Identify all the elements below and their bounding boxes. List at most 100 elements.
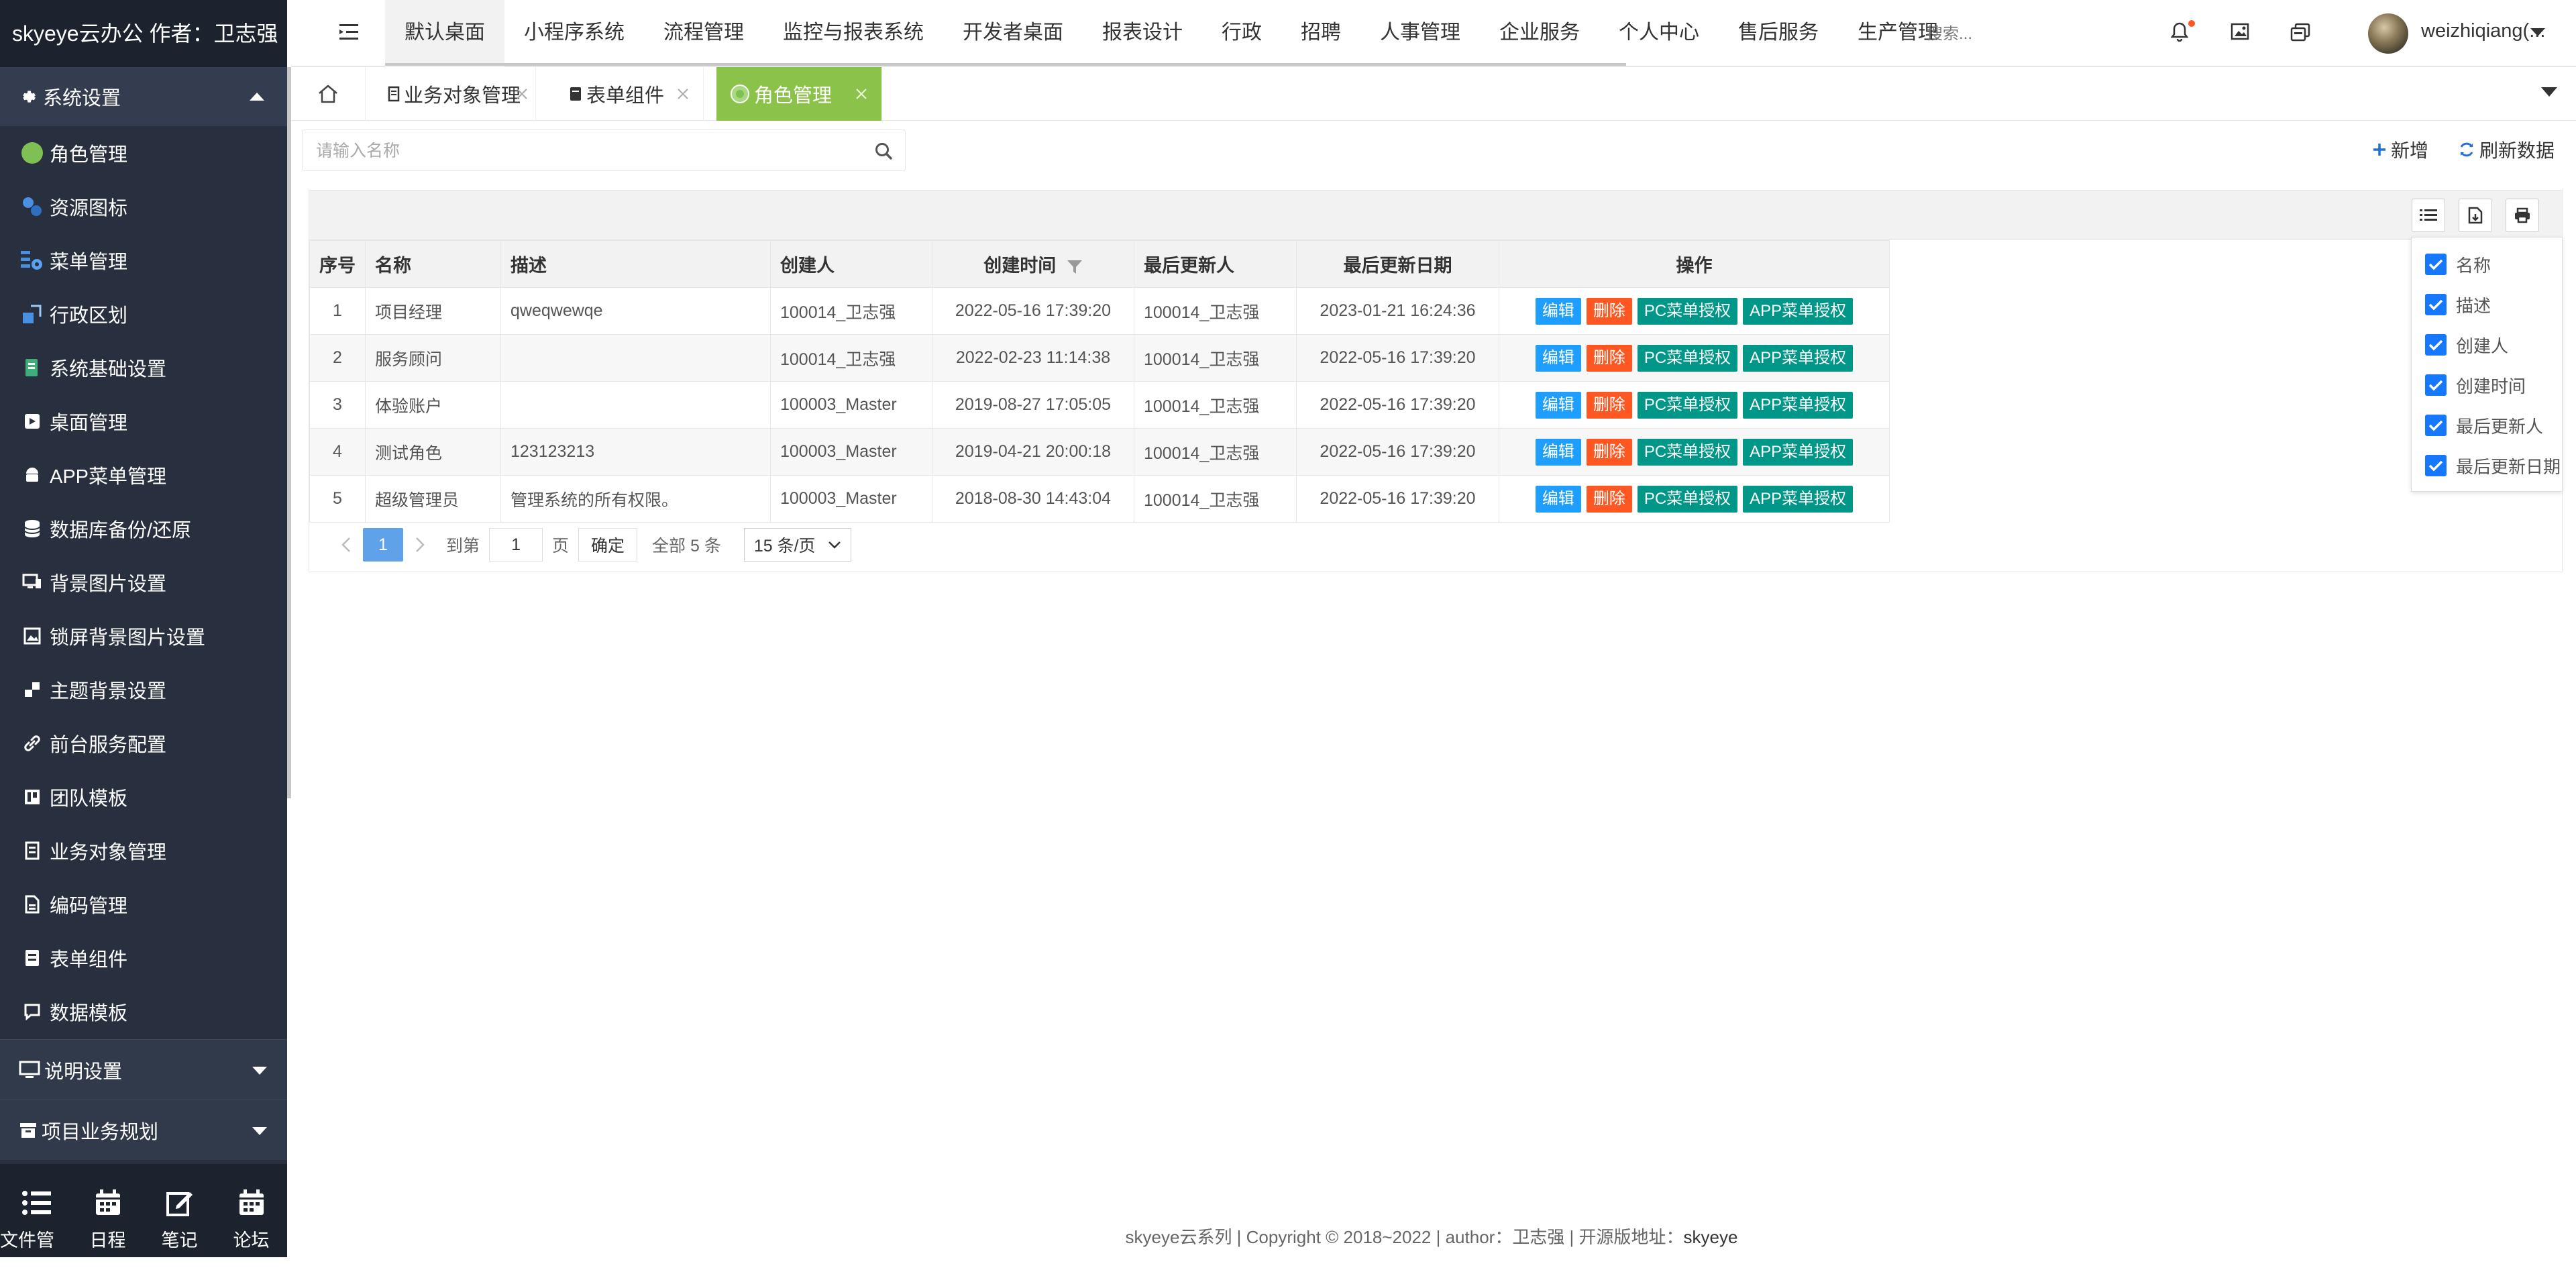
app-menu-auth-button[interactable]: APP菜单授权 <box>1743 344 1854 372</box>
sidebar-item-app-menu-management[interactable]: APP菜单管理 <box>0 448 287 502</box>
column-filter-button[interactable] <box>2412 199 2445 232</box>
nav-item-recruitment[interactable]: 招聘 <box>1281 0 1360 67</box>
delete-button[interactable]: 删除 <box>1586 344 1632 372</box>
column-header-created-time[interactable]: 创建时间 <box>932 240 1134 288</box>
close-icon[interactable] <box>676 87 690 101</box>
delete-button[interactable]: 删除 <box>1586 391 1632 419</box>
sidebar-item-system-basic-settings[interactable]: 系统基础设置 <box>0 341 287 394</box>
nav-item-administration[interactable]: 行政 <box>1202 0 1281 67</box>
sidebar-item-desktop-management[interactable]: 桌面管理 <box>0 394 287 448</box>
pc-menu-auth-button[interactable]: PC菜单授权 <box>1637 438 1738 466</box>
nav-item-after-sales[interactable]: 售后服务 <box>1719 0 1838 67</box>
prev-page-icon[interactable] <box>329 528 363 562</box>
column-option-created-time[interactable]: 创建时间 <box>2425 372 2526 398</box>
column-header-name[interactable]: 名称 <box>365 240 501 288</box>
table-row: 3 体验账户 100003_Master 2019-08-27 17:05:05… <box>309 381 1890 429</box>
avatar[interactable] <box>2368 13 2408 54</box>
goto-page-input[interactable]: 1 <box>489 528 543 562</box>
column-header-updater[interactable]: 最后更新人 <box>1134 240 1297 288</box>
sidebar-item-lockscreen-background[interactable]: 锁屏背景图片设置 <box>0 609 287 663</box>
nav-item-hr[interactable]: 人事管理 <box>1360 0 1480 67</box>
sidebar-item-role-management[interactable]: 角色管理 <box>0 126 287 180</box>
refresh-button[interactable]: 刷新数据 <box>2458 136 2555 163</box>
app-menu-auth-button[interactable]: APP菜单授权 <box>1743 438 1854 466</box>
goto-confirm-button[interactable]: 确定 <box>578 528 638 562</box>
sidebar-item-code-management[interactable]: 编码管理 <box>0 877 287 931</box>
menu-toggle-icon[interactable] <box>339 23 360 42</box>
tool-file-management[interactable]: 文件管理 <box>0 1164 72 1277</box>
page-current[interactable]: 1 <box>363 528 403 562</box>
print-button[interactable] <box>2506 199 2539 232</box>
column-option-creator[interactable]: 创建人 <box>2425 331 2508 358</box>
nav-item-default-desktop[interactable]: 默认桌面 <box>385 0 504 69</box>
sidebar-item-front-service-config[interactable]: 前台服务配置 <box>0 716 287 770</box>
sidebar-item-admin-division[interactable]: 行政区划 <box>0 287 287 341</box>
column-option-updater[interactable]: 最后更新人 <box>2425 412 2543 439</box>
add-button[interactable]: 新增 <box>2372 136 2428 163</box>
next-page-icon[interactable] <box>403 528 437 562</box>
sidebar-item-resource-icons[interactable]: 资源图标 <box>0 180 287 233</box>
close-icon[interactable] <box>515 87 529 101</box>
sidebar-item-background-image[interactable]: 背景图片设置 <box>0 555 287 609</box>
pc-menu-auth-button[interactable]: PC菜单授权 <box>1637 391 1738 419</box>
edit-button[interactable]: 编辑 <box>1535 391 1581 419</box>
pc-menu-auth-button[interactable]: PC菜单授权 <box>1637 485 1738 513</box>
sidebar-item-theme-background[interactable]: 主题背景设置 <box>0 663 287 716</box>
username[interactable]: weizhiqiang(... <box>2421 20 2545 42</box>
column-header-desc[interactable]: 描述 <box>500 240 771 288</box>
caret-down-icon[interactable] <box>2530 28 2545 36</box>
pc-menu-auth-button[interactable]: PC菜单授权 <box>1637 297 1738 325</box>
column-option-desc[interactable]: 描述 <box>2425 291 2491 318</box>
app-menu-auth-button[interactable]: APP菜单授权 <box>1743 391 1854 419</box>
page-size-select[interactable]: 15 条/页 <box>743 528 851 562</box>
column-header-creator[interactable]: 创建人 <box>770 240 932 288</box>
sidebar-item-data-template[interactable]: 数据模板 <box>0 985 287 1039</box>
picture-icon[interactable] <box>2231 23 2251 42</box>
export-button[interactable] <box>2459 199 2492 232</box>
nav-item-developer-desktop[interactable]: 开发者桌面 <box>943 0 1083 67</box>
tab-business-object[interactable]: 业务对象管理 <box>374 67 536 121</box>
app-menu-auth-button[interactable]: APP菜单授权 <box>1743 297 1854 325</box>
nav-item-monitor-report[interactable]: 监控与报表系统 <box>763 0 943 67</box>
edit-button[interactable]: 编辑 <box>1535 438 1581 466</box>
sidebar-item-form-components[interactable]: 表单组件 <box>0 931 287 985</box>
delete-button[interactable]: 删除 <box>1586 438 1632 466</box>
filter-icon[interactable] <box>1067 259 1083 275</box>
app-menu-auth-button[interactable]: APP菜单授权 <box>1743 485 1854 513</box>
tab-form-components[interactable]: 表单组件 <box>555 67 704 121</box>
column-header-updated-date[interactable]: 最后更新日期 <box>1296 240 1499 288</box>
nav-item-enterprise-service[interactable]: 企业服务 <box>1480 0 1599 67</box>
sidebar-item-db-backup[interactable]: 数据库备份/还原 <box>0 502 287 555</box>
search-icon[interactable] <box>874 142 893 160</box>
top-nav-scrollbar[interactable] <box>385 63 1626 66</box>
sidebar-item-menu-management[interactable]: 菜单管理 <box>0 233 287 287</box>
name-search-input[interactable] <box>315 138 841 164</box>
column-option-updated-date[interactable]: 最后更新日期 <box>2425 452 2561 479</box>
delete-button[interactable]: 删除 <box>1586 297 1632 325</box>
close-icon[interactable] <box>855 87 868 101</box>
nav-item-report-design[interactable]: 报表设计 <box>1083 0 1202 67</box>
tab-menu-dropdown-icon[interactable] <box>2541 87 2557 97</box>
pc-menu-auth-button[interactable]: PC菜单授权 <box>1637 344 1738 372</box>
tab-role-management[interactable]: 角色管理 <box>716 67 882 121</box>
sidebar-item-team-template[interactable]: 团队模板 <box>0 770 287 824</box>
home-tab[interactable] <box>291 67 366 121</box>
sidebar-scrollbar[interactable] <box>287 67 291 798</box>
column-option-name[interactable]: 名称 <box>2425 251 2491 278</box>
window-switch-icon[interactable] <box>2290 23 2310 42</box>
bell-icon[interactable] <box>2171 20 2195 42</box>
tool-schedule[interactable]: 日程 <box>72 1164 144 1257</box>
nav-item-workflow[interactable]: 流程管理 <box>644 0 763 67</box>
sidebar-group-system-settings[interactable]: 系统设置 <box>0 67 287 126</box>
sidebar-item-business-object[interactable]: 业务对象管理 <box>0 824 287 877</box>
edit-button[interactable]: 编辑 <box>1535 344 1581 372</box>
edit-button[interactable]: 编辑 <box>1535 297 1581 325</box>
nav-item-mini-program[interactable]: 小程序系统 <box>504 0 644 67</box>
footer-repo-link[interactable]: skyeye <box>1684 1227 1738 1247</box>
nav-item-personal-center[interactable]: 个人中心 <box>1599 0 1719 67</box>
edit-button[interactable]: 编辑 <box>1535 485 1581 513</box>
sidebar-group-explain-settings[interactable]: 说明设置 <box>0 1039 287 1100</box>
delete-button[interactable]: 删除 <box>1586 485 1632 513</box>
global-search-input[interactable] <box>1925 20 2062 48</box>
sidebar-group-project-planning[interactable]: 项目业务规划 <box>0 1100 287 1160</box>
